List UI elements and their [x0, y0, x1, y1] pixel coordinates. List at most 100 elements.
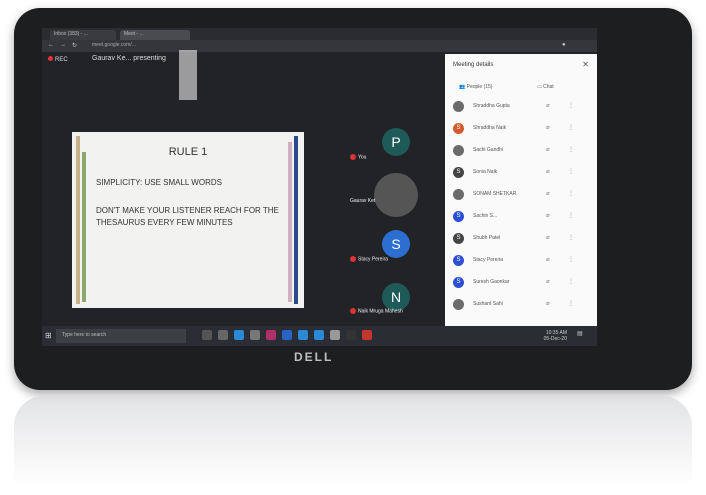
- presenting-text: Gaurav Ke... presenting: [92, 55, 166, 62]
- mic-off-icon: [350, 256, 356, 262]
- participant-row[interactable]: S Suresh Gaonkar ⌀ ⋮: [453, 274, 591, 294]
- forward-icon[interactable]: →: [60, 42, 66, 48]
- pencil-decoration: [82, 152, 86, 302]
- participant-row[interactable]: S Shraddha Naik ⌀ ⋮: [453, 120, 591, 140]
- tab-people-label: People (15): [466, 84, 493, 90]
- participant-row[interactable]: Shraddha Gupta ⌀ ⋮: [453, 98, 591, 118]
- mic-off-icon: [350, 154, 356, 160]
- participant-avatar: S: [453, 167, 464, 178]
- participant-name: Sachin S...: [473, 213, 498, 219]
- participant-tiles: P You Gaurav Ket S Stacy Pereira N Naik …: [342, 118, 442, 318]
- rec-label: REC: [55, 57, 68, 63]
- mic-off-icon: ⌀: [546, 213, 550, 219]
- clock-date: 05-Dec-20: [543, 336, 567, 342]
- pencil-decoration: [294, 136, 298, 304]
- more-options-icon[interactable]: ⋮: [568, 300, 574, 307]
- tile-name-label: Gaurav Ket: [350, 198, 376, 204]
- chat-icon: ▭: [537, 84, 542, 90]
- participant-name: Suresh Gaonkar: [473, 279, 510, 285]
- participant-avatar: S: [453, 233, 464, 244]
- address-bar: ← → ↻ meet.google.com/... ●: [42, 40, 597, 52]
- participant-name: Sushant Sahi: [473, 301, 503, 307]
- tab-chat-label: Chat: [543, 84, 554, 90]
- taskbar-search-input[interactable]: Type here to search: [56, 329, 186, 343]
- mic-off-icon: ⌀: [546, 191, 550, 197]
- panel-title: Meeting details: [453, 62, 494, 68]
- tab-label: Inbox (383) - ...: [54, 31, 88, 37]
- participant-name: Stacy Pereira: [473, 257, 504, 263]
- chrome-icon[interactable]: [234, 330, 244, 340]
- profile-icon[interactable]: ●: [562, 42, 566, 48]
- participant-name: Shraddha Naik: [473, 125, 507, 131]
- app-icon[interactable]: [346, 330, 356, 340]
- participant-row[interactable]: S Sachin S... ⌀ ⋮: [453, 208, 591, 228]
- tile-name: Stacy Pereira: [350, 256, 388, 262]
- more-options-icon[interactable]: ⋮: [568, 278, 574, 285]
- mic-off-icon: ⌀: [546, 147, 550, 153]
- participant-row[interactable]: Sushant Sahi ⌀ ⋮: [453, 296, 591, 316]
- participant-avatar: S: [453, 211, 464, 222]
- mic-off-icon: ⌀: [546, 103, 550, 109]
- more-options-icon[interactable]: ⋮: [568, 124, 574, 131]
- participant-row[interactable]: S Sonia Naik ⌀ ⋮: [453, 164, 591, 184]
- laptop-screen: Inbox (383) - ... Meet - ... ← → ↻ meet.…: [42, 28, 597, 346]
- participant-row[interactable]: S Stacy Pereira ⌀ ⋮: [453, 252, 591, 272]
- close-icon[interactable]: ✕: [582, 60, 589, 69]
- more-options-icon[interactable]: ⋮: [568, 190, 574, 197]
- participant-name: Shubh Patel: [473, 235, 501, 241]
- windows-start-icon[interactable]: ⊞: [45, 331, 52, 340]
- notifications-icon[interactable]: ▤: [577, 330, 583, 337]
- participant-avatar: [453, 299, 464, 310]
- back-icon[interactable]: ←: [48, 42, 54, 48]
- browser-tab-bar: Inbox (383) - ... Meet - ...: [42, 28, 597, 40]
- powerpoint-icon[interactable]: [362, 330, 372, 340]
- meeting-details-panel: Meeting details ✕ 👥 People (15) ▭ Chat S…: [445, 54, 597, 326]
- tab-people[interactable]: 👥 People (15): [459, 84, 492, 90]
- participant-name: SONAM SHETKAR: [473, 191, 517, 197]
- tab-chat[interactable]: ▭ Chat: [537, 84, 554, 90]
- participant-row[interactable]: Sachi Gandhi ⌀ ⋮: [453, 142, 591, 162]
- participant-avatar: [453, 189, 464, 200]
- more-options-icon[interactable]: ⋮: [568, 102, 574, 109]
- more-options-icon[interactable]: ⋮: [568, 212, 574, 219]
- url-field[interactable]: meet.google.com/...: [92, 42, 252, 50]
- slide-bullet-2-line-1: DON'T MAKE YOUR LISTENER REACH FOR THE: [96, 206, 279, 215]
- participant-row[interactable]: S Shubh Patel ⌀ ⋮: [453, 230, 591, 250]
- more-options-icon[interactable]: ⋮: [568, 256, 574, 263]
- file-explorer-icon[interactable]: [218, 330, 228, 340]
- app-icon[interactable]: [282, 330, 292, 340]
- participant-avatar: [453, 145, 464, 156]
- tile-name-label: You: [358, 154, 367, 161]
- laptop-reflection: [14, 396, 692, 486]
- slide-bullet-2-line-2: THESAURUS EVERY FEW MINUTES: [96, 218, 233, 227]
- photo: Inbox (383) - ... Meet - ... ← → ↻ meet.…: [0, 0, 706, 495]
- edge-icon[interactable]: [298, 330, 308, 340]
- tile-name-label: Stacy Pereira: [358, 256, 389, 263]
- app-icon[interactable]: [266, 330, 276, 340]
- mic-off-icon: ⌀: [546, 125, 550, 131]
- avatar: S: [382, 230, 410, 258]
- more-options-icon[interactable]: ⋮: [568, 168, 574, 175]
- participant-name: Sachi Gandhi: [473, 147, 504, 153]
- screen-glare: [179, 50, 197, 100]
- participant-name: Shraddha Gupta: [473, 103, 510, 109]
- tab-label: Meet - ...: [124, 31, 144, 37]
- mic-off-icon: ⌀: [546, 235, 550, 241]
- more-options-icon[interactable]: ⋮: [568, 234, 574, 241]
- app-icon[interactable]: [250, 330, 260, 340]
- reload-icon[interactable]: ↻: [72, 42, 77, 49]
- participant-avatar: [453, 101, 464, 112]
- settings-icon[interactable]: [330, 330, 340, 340]
- record-icon: [48, 56, 53, 61]
- browser-tab-inbox[interactable]: Inbox (383) - ...: [50, 30, 116, 40]
- app-icon[interactable]: [314, 330, 324, 340]
- system-clock[interactable]: 10:35 AM 05-Dec-20: [544, 330, 567, 342]
- participant-avatar: S: [453, 255, 464, 266]
- dell-logo: DELL: [294, 350, 334, 364]
- participant-avatar: S: [453, 123, 464, 134]
- mic-off-icon: ⌀: [546, 301, 550, 307]
- participant-row[interactable]: SONAM SHETKAR ⌀ ⋮: [453, 186, 591, 206]
- task-view-icon[interactable]: [202, 330, 212, 340]
- browser-tab-meet[interactable]: Meet - ...: [120, 30, 190, 40]
- more-options-icon[interactable]: ⋮: [568, 146, 574, 153]
